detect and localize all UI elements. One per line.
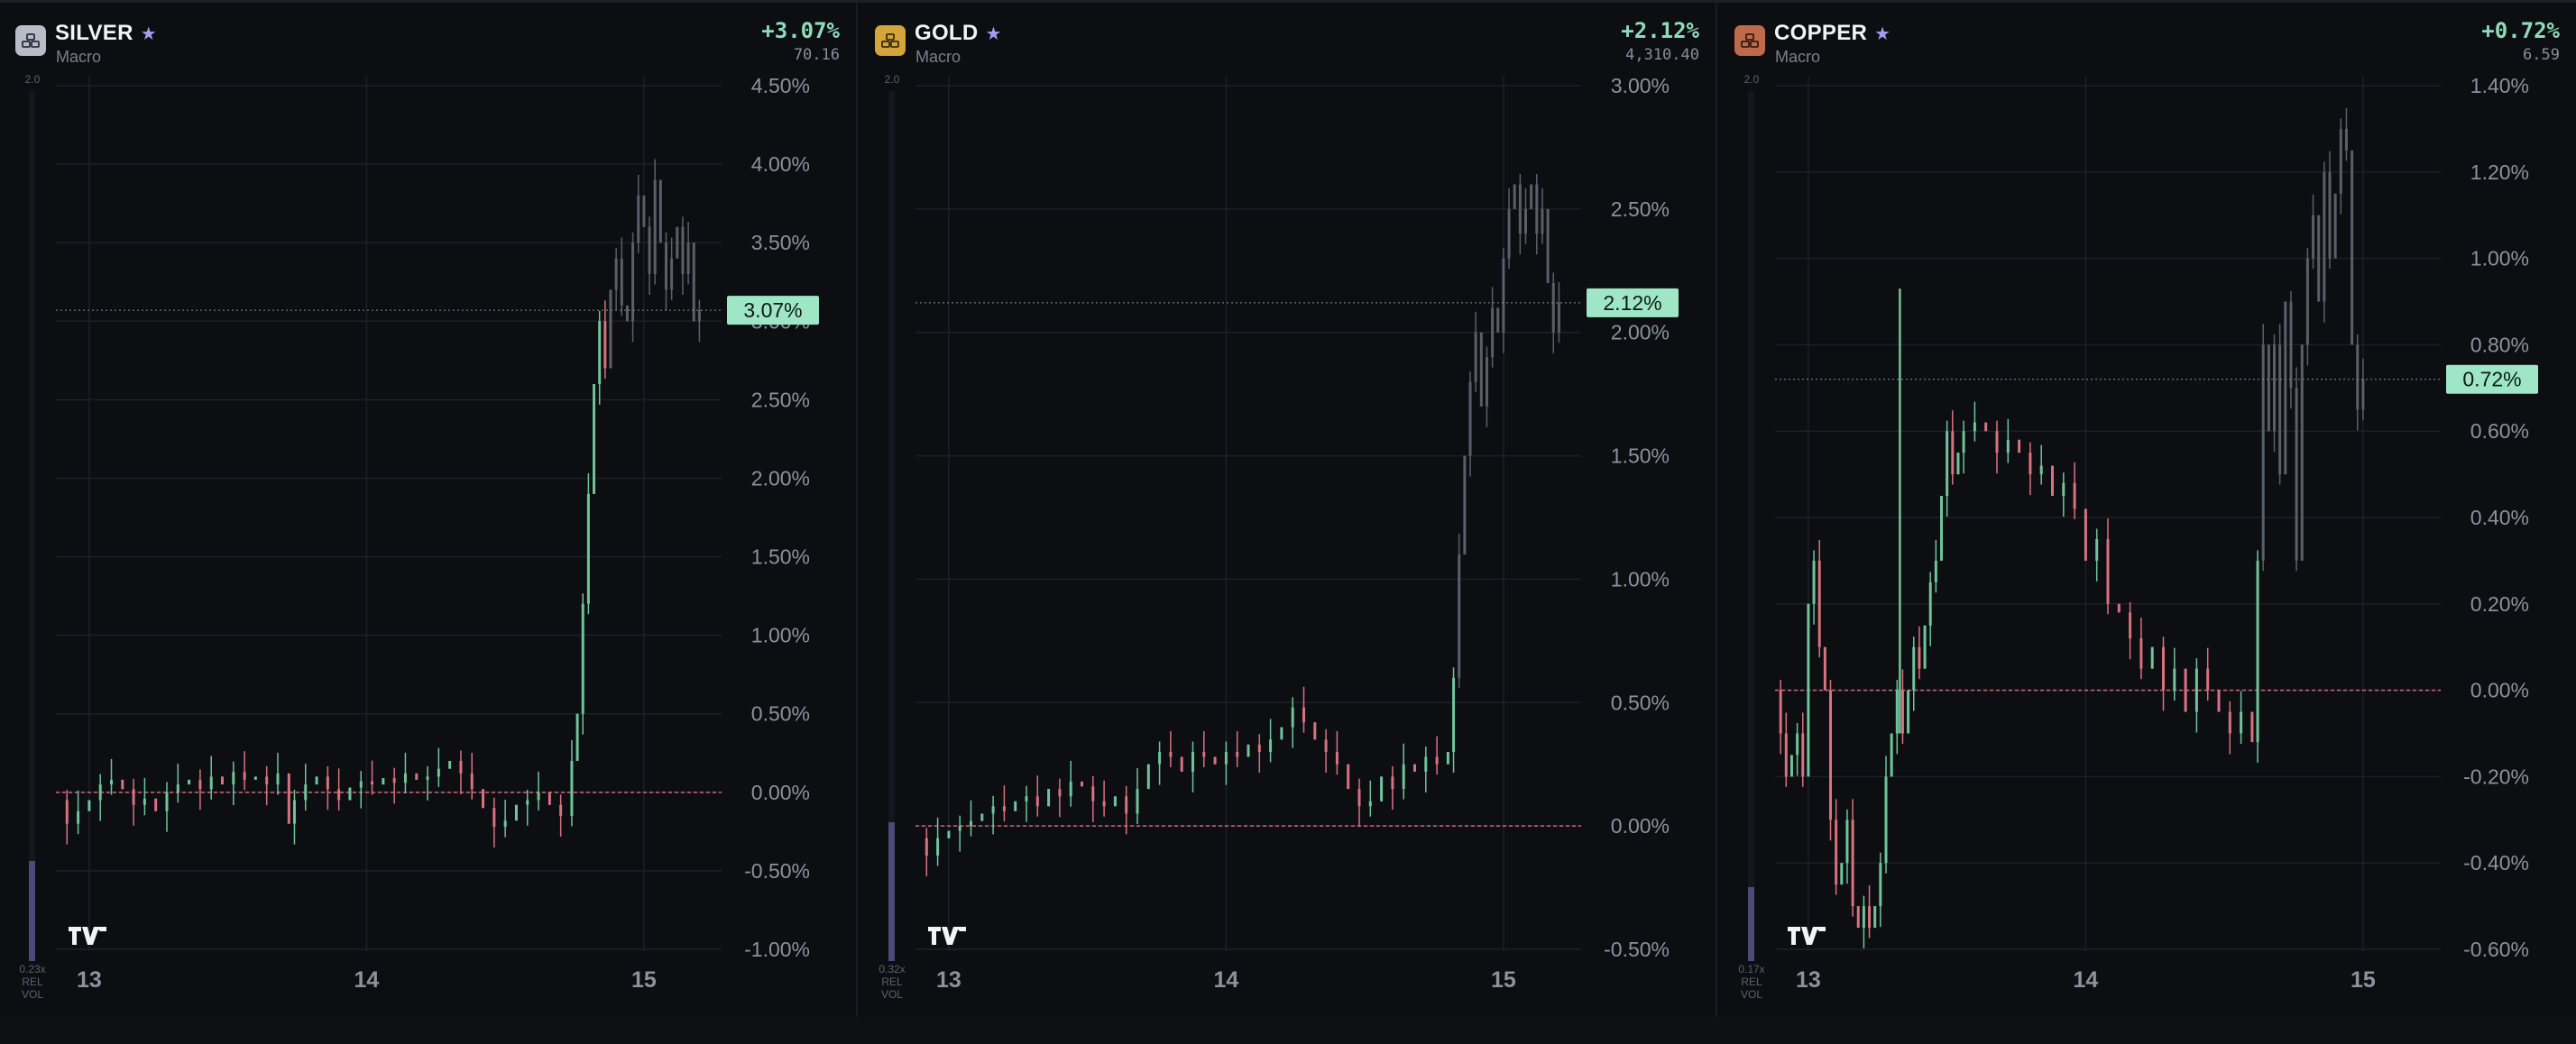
panel-copper[interactable]: COPPER ★ Macro +0.72% 6.59 2.0 0.17x REL V…: [1719, 3, 2576, 1017]
y-tick-label: 0.00%: [2470, 679, 2529, 702]
x-tick-label: 13: [77, 967, 102, 993]
x-tick-label: 15: [1491, 967, 1516, 993]
y-tick-label: -0.40%: [2463, 851, 2529, 875]
y-tick-label: 1.20%: [2470, 160, 2529, 184]
y-tick-label: 4.50%: [751, 74, 810, 97]
y-tick-label: 0.50%: [1611, 691, 1670, 714]
tradingview-logo-icon: [1786, 924, 1827, 948]
y-tick-label: 3.00%: [1611, 74, 1670, 97]
x-tick-label: 14: [1213, 967, 1238, 993]
y-tick-label: -1.00%: [744, 938, 810, 961]
y-tick-label: 0.00%: [751, 781, 810, 804]
y-tick-label: 4.00%: [751, 152, 810, 176]
y-tick-label: 0.50%: [751, 702, 810, 726]
x-tick-label: 14: [354, 967, 379, 993]
price-chart[interactable]: 3.00% 2.50% 2.00% 1.50% 1.00% 0.50% 0.00% -0.50…: [860, 3, 1717, 1017]
current-value-label: 3.07%: [743, 298, 802, 322]
current-value-label: 2.12%: [1603, 291, 1661, 315]
current-value-label: 0.72%: [2462, 368, 2521, 391]
bottom-bar: [0, 1017, 2576, 1044]
tradingview-logo-icon: [67, 924, 108, 948]
y-tick-label: 1.00%: [751, 624, 810, 647]
panel-silver[interactable]: SILVER ★ Macro +3.07% 70.16 2.0 0.23x REL …: [0, 3, 858, 1017]
y-tick-label: 0.40%: [2470, 506, 2529, 529]
y-tick-label: 2.50%: [751, 388, 810, 411]
y-tick-label: 2.00%: [1611, 321, 1670, 344]
y-tick-label: 1.50%: [1611, 444, 1670, 468]
x-tick-label: 13: [936, 967, 961, 993]
x-tick-label: 14: [2073, 967, 2098, 993]
y-tick-label: 1.00%: [1611, 567, 1670, 591]
y-tick-label: -0.50%: [1604, 938, 1670, 961]
y-tick-label: 1.50%: [751, 545, 810, 569]
price-chart[interactable]: 4.50%4.00%3.50%3.00%2.50%2.00%1.50%1.00%…: [0, 3, 858, 1017]
y-tick-label: -0.20%: [2463, 765, 2529, 788]
y-tick-label: 0.20%: [2470, 592, 2529, 616]
y-tick-label: 0.00%: [1611, 814, 1670, 838]
price-chart[interactable]: 1.40% 1.20% 1.00% 0.80% 0.60% 0.40% 0.20% 0.00%…: [1719, 3, 2576, 1017]
y-tick-label: -0.60%: [2463, 938, 2529, 961]
y-tick-label: 2.50%: [1611, 197, 1670, 221]
y-tick-label: 1.40%: [2470, 74, 2529, 97]
y-tick-label: 0.80%: [2470, 333, 2529, 356]
y-tick-label: 1.00%: [2470, 247, 2529, 270]
panel-gold[interactable]: GOLD ★ Macro +2.12% 4,310.40 2.0 0.32x REL…: [860, 3, 1717, 1017]
tradingview-logo-icon: [926, 924, 968, 948]
x-tick-label: 13: [1796, 967, 1821, 993]
y-tick-label: 2.00%: [751, 466, 810, 490]
y-tick-label: 0.60%: [2470, 419, 2529, 443]
y-tick-label: -0.50%: [744, 859, 810, 883]
x-tick-label: 15: [631, 967, 657, 993]
y-tick-label: 3.50%: [751, 231, 810, 254]
x-tick-label: 15: [2351, 967, 2376, 993]
